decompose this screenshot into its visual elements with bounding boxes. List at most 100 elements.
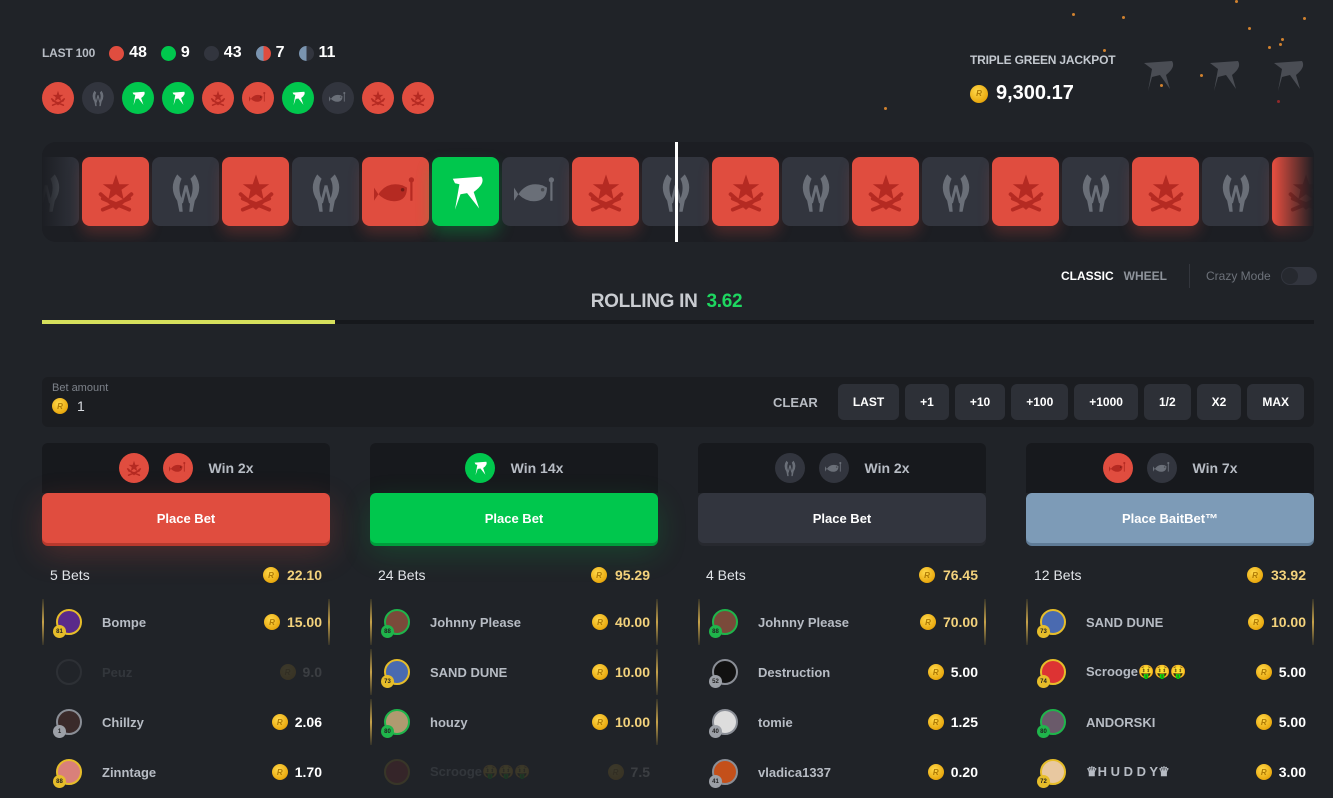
mode-classic-tab[interactable]: CLASSIC (1061, 269, 1114, 283)
rolling-countdown: ROLLING IN 3.62 (0, 291, 1333, 313)
avatar[interactable]: 81 (53, 609, 82, 638)
place-bet-button[interactable]: Place Bet (698, 493, 986, 543)
bet-modifier-button[interactable]: +1000 (1074, 384, 1138, 420)
bet-modifier-button[interactable]: +100 (1011, 384, 1069, 420)
avatar[interactable] (56, 659, 82, 685)
bet-row: 52 Destruction 5.00 (698, 647, 986, 697)
jackpot-r-logo-icon (1144, 61, 1174, 91)
avatar[interactable]: 73 (1037, 609, 1066, 638)
bet-amount: 3.00 (1278, 764, 1306, 780)
bet-amount: 7.5 (630, 764, 650, 780)
avatar[interactable]: 74 (1037, 659, 1066, 688)
place-bet-button[interactable]: Place BaitBet™ (1026, 493, 1314, 543)
bet-modifier-button[interactable]: X2 (1196, 384, 1242, 420)
win-multiplier: Win 2x (208, 460, 254, 476)
bet-amount: 15.00 (286, 614, 322, 630)
bet-amount-input[interactable] (77, 398, 277, 414)
bet-row: 73 SAND DUNE 10.00 (370, 647, 658, 697)
bet-total: 76.45 (942, 567, 978, 583)
bet-amount: 9.0 (302, 664, 322, 680)
player-name[interactable]: Destruction (758, 665, 928, 680)
coin-icon (1246, 567, 1263, 583)
bet-row: 81 Bompe 15.00 (42, 597, 330, 647)
place-bet-button[interactable]: Place Bet (42, 493, 330, 543)
spark (1072, 13, 1075, 16)
bet-modifier-button[interactable]: LAST (837, 384, 900, 420)
coin-icon (1247, 614, 1264, 630)
coin-icon (1255, 764, 1272, 780)
coin-icon (279, 664, 296, 680)
avatar[interactable]: 80 (381, 709, 410, 738)
coin-icon (1255, 664, 1272, 680)
avatar[interactable]: 72 (1037, 759, 1066, 788)
avatar[interactable]: 52 (709, 659, 738, 688)
column-header: Win 14x (370, 443, 658, 493)
rolling-progress-bar (42, 320, 1314, 324)
mode-wheel-tab[interactable]: WHEEL (1124, 269, 1167, 283)
bet-column-red: Win 2x Place Bet 5 Bets 22.10 81 Bompe 1… (42, 443, 330, 797)
avatar[interactable] (384, 759, 410, 785)
avatar[interactable]: 80 (1037, 709, 1066, 738)
strip-tile-ct-icon (782, 157, 849, 226)
bet-row: 80 ANDORSKI 5.00 (1026, 697, 1314, 747)
crazy-mode-toggle[interactable] (1280, 267, 1317, 285)
level-badge: 74 (1037, 675, 1050, 688)
stat-green: 9 (160, 44, 190, 62)
fish-icon (162, 453, 193, 483)
player-name[interactable]: Chillzy (102, 715, 272, 730)
bet-row: 88 Johnny Please 40.00 (370, 597, 658, 647)
player-name[interactable]: tomie (758, 715, 928, 730)
player-name[interactable]: Johnny Please (758, 615, 920, 630)
bet-modifier-button[interactable]: +10 (954, 384, 1006, 420)
rolling-label: ROLLING IN (590, 291, 698, 312)
spark (1103, 49, 1106, 52)
avatar[interactable]: 1 (53, 709, 82, 738)
bet-amount: 1.25 (950, 714, 978, 730)
bet-row: 88 Zinntage 1.70 (42, 747, 330, 797)
bet-amount: 5.00 (1278, 664, 1306, 680)
bet-row: 73 SAND DUNE 10.00 (1026, 597, 1314, 647)
avatar[interactable]: 40 (709, 709, 738, 738)
player-name[interactable]: ♛H U D D Y♛ (1086, 764, 1256, 780)
bet-row: 74 Scrooge🤑🤑🤑 5.00 (1026, 647, 1314, 697)
avatar[interactable]: 88 (709, 609, 738, 638)
coin-icon (262, 567, 279, 583)
stat-count: 7 (275, 44, 285, 61)
avatar[interactable]: 88 (381, 609, 410, 638)
player-name[interactable]: Bompe (102, 615, 264, 630)
bet-summary: 24 Bets 95.29 (370, 567, 658, 583)
level-badge: 40 (709, 725, 722, 738)
avatar[interactable]: 73 (381, 659, 410, 688)
place-bet-button[interactable]: Place Bet (370, 493, 658, 543)
bet-modifier-button[interactable]: 1/2 (1143, 384, 1191, 420)
coin-icon (591, 664, 608, 680)
coin-icon (918, 567, 935, 583)
player-name[interactable]: Peuz (102, 665, 280, 680)
avatar[interactable]: 88 (53, 759, 82, 788)
coin-icon (927, 664, 944, 680)
bet-column-dark: Win 2x Place Bet 4 Bets 76.45 88 Johnny … (698, 443, 986, 797)
clear-button[interactable]: CLEAR (773, 395, 818, 410)
bet-list: 88 Johnny Please 40.00 73 SAND DUNE 10.0… (370, 597, 658, 797)
player-name[interactable]: vladica1337 (758, 765, 928, 780)
player-name[interactable]: Scrooge🤑🤑🤑 (430, 764, 608, 780)
strip-tile-ct-icon (152, 157, 219, 226)
fish-icon (1102, 453, 1133, 483)
bet-modifier-button[interactable]: +1 (905, 384, 949, 420)
player-name[interactable]: SAND DUNE (1086, 615, 1248, 630)
coin-icon (927, 764, 944, 780)
bet-amount: 1.70 (294, 764, 322, 780)
bet-modifier-button[interactable]: MAX (1247, 384, 1304, 420)
avatar[interactable]: 41 (709, 759, 738, 788)
coin-icon (927, 714, 944, 730)
player-name[interactable]: Johnny Please (430, 615, 592, 630)
history-fish-icon (242, 82, 274, 114)
player-name[interactable]: Scrooge🤑🤑🤑 (1086, 664, 1256, 680)
level-badge: 88 (53, 775, 66, 788)
player-name[interactable]: SAND DUNE (430, 665, 592, 680)
bet-row: Scrooge🤑🤑🤑 7.5 (370, 747, 658, 797)
player-name[interactable]: Zinntage (102, 765, 272, 780)
player-name[interactable]: houzy (430, 715, 592, 730)
bet-amount: 5.00 (1278, 714, 1306, 730)
player-name[interactable]: ANDORSKI (1086, 715, 1256, 730)
